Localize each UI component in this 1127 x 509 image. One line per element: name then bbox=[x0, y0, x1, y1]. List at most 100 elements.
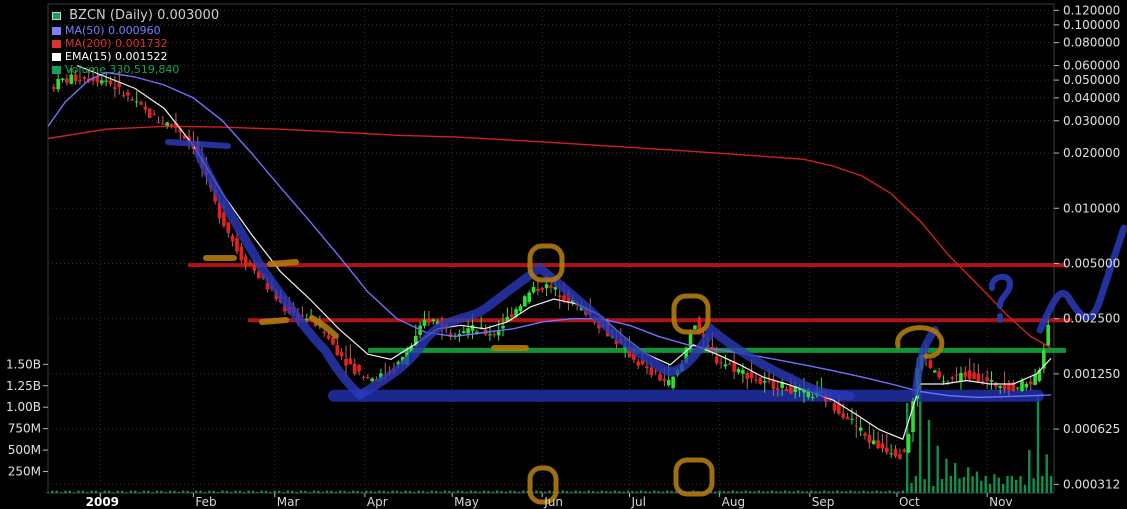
candle-body bbox=[845, 416, 850, 420]
volume-bar bbox=[120, 490, 124, 493]
candle-body bbox=[466, 328, 470, 334]
volume-bar bbox=[740, 491, 743, 493]
volume-bar bbox=[827, 491, 830, 493]
legend-ma200: MA(200) 0.001732 bbox=[52, 37, 219, 50]
candle-body bbox=[248, 262, 252, 266]
volume-bar bbox=[186, 490, 189, 493]
volume-bar bbox=[251, 490, 255, 493]
candle-body bbox=[832, 403, 837, 411]
candle-body bbox=[143, 106, 148, 110]
volume-bar bbox=[373, 491, 377, 493]
candle-body bbox=[130, 98, 135, 101]
volume-bar bbox=[81, 490, 85, 493]
candle-body bbox=[841, 413, 846, 418]
volume-bar bbox=[308, 491, 311, 493]
volume-bar bbox=[264, 490, 268, 493]
candle-body bbox=[1033, 374, 1037, 385]
chart-legend: BZCN (Daily) 0.003000 MA(50) 0.000960 MA… bbox=[52, 8, 219, 76]
volume-bar bbox=[940, 478, 944, 493]
volume-bar bbox=[535, 490, 538, 493]
volume-bar bbox=[583, 491, 586, 493]
volume-bar bbox=[474, 490, 477, 493]
candle-body bbox=[950, 377, 955, 379]
volume-bar bbox=[434, 490, 438, 493]
volume-bar bbox=[273, 490, 276, 493]
legend-swatch-volume bbox=[52, 66, 61, 74]
volume-bar bbox=[282, 491, 285, 493]
candle-body bbox=[871, 440, 876, 445]
candle-body bbox=[344, 358, 348, 366]
candle-body bbox=[867, 434, 872, 443]
volume-bar bbox=[722, 491, 726, 493]
volume-bar bbox=[971, 476, 974, 493]
volume-bar bbox=[369, 490, 372, 493]
candle-body bbox=[243, 256, 248, 266]
volume-bar bbox=[980, 480, 983, 493]
volume-bar bbox=[1045, 454, 1048, 493]
volume-bar bbox=[831, 491, 835, 493]
volume-bar bbox=[844, 491, 848, 493]
candle-body bbox=[69, 74, 74, 84]
volume-bar bbox=[286, 490, 290, 493]
volume-bar bbox=[452, 491, 455, 493]
volume-bar bbox=[247, 490, 250, 493]
time-tick-label: Sep bbox=[812, 495, 835, 509]
time-tick-label: Aug bbox=[722, 495, 745, 509]
volume-bar bbox=[892, 491, 896, 493]
volume-bar bbox=[504, 491, 508, 493]
volume-bar bbox=[347, 491, 351, 493]
candle-body bbox=[540, 287, 545, 290]
volume-bar bbox=[330, 490, 333, 493]
candle-body bbox=[937, 371, 941, 378]
volume-bar bbox=[321, 491, 324, 493]
candle-body bbox=[52, 87, 56, 89]
volume-bar bbox=[334, 491, 338, 493]
candle-body bbox=[169, 123, 174, 126]
volume-bar bbox=[413, 491, 416, 493]
volume-bar bbox=[199, 490, 202, 493]
candle-body bbox=[963, 371, 968, 377]
volume-tick-label: 1.50B bbox=[6, 357, 41, 371]
candle-body bbox=[82, 76, 87, 79]
volume-bar bbox=[565, 491, 569, 493]
volume-bar bbox=[714, 491, 717, 493]
volume-bar bbox=[404, 490, 407, 493]
price-tick-label: 0.120000 bbox=[1063, 3, 1120, 17]
volume-bar bbox=[155, 490, 159, 493]
candle-body bbox=[1015, 387, 1020, 389]
volume-bar bbox=[792, 491, 795, 493]
volume-bar bbox=[635, 491, 638, 493]
volume-bar bbox=[1015, 479, 1018, 493]
volume-tick-label: 250M bbox=[8, 465, 41, 479]
volume-bar bbox=[378, 490, 381, 493]
legend-swatch-ma200 bbox=[52, 40, 61, 48]
volume-bar bbox=[1023, 484, 1027, 493]
candle-body bbox=[775, 388, 780, 390]
volume-bar bbox=[260, 490, 263, 493]
candle-body bbox=[152, 114, 156, 116]
legend-swatch-ema15 bbox=[52, 53, 61, 61]
volume-bar bbox=[910, 482, 913, 493]
time-tick-label: Feb bbox=[195, 495, 216, 509]
volume-bar bbox=[107, 490, 111, 493]
volume-bar bbox=[487, 490, 490, 493]
volume-bar bbox=[779, 491, 782, 493]
candle-body bbox=[488, 334, 492, 336]
legend-label-volume: Volume 330,519,840 bbox=[65, 63, 180, 76]
candle-body bbox=[348, 358, 353, 365]
volume-bar bbox=[134, 490, 137, 493]
candle-body bbox=[1007, 384, 1011, 390]
volume-bar bbox=[618, 491, 621, 493]
candle-body bbox=[56, 79, 60, 90]
volume-bar bbox=[55, 490, 58, 493]
volume-bar bbox=[408, 490, 412, 493]
volume-bar bbox=[622, 491, 625, 493]
volume-bar bbox=[1032, 478, 1035, 493]
volume-bar bbox=[766, 491, 769, 493]
volume-bar bbox=[823, 490, 826, 493]
volume-bar bbox=[461, 490, 464, 493]
volume-bar bbox=[1036, 394, 1040, 493]
volume-bar bbox=[500, 490, 503, 493]
volume-bar bbox=[923, 479, 926, 493]
price-tick-label: 0.001250 bbox=[1063, 367, 1120, 381]
